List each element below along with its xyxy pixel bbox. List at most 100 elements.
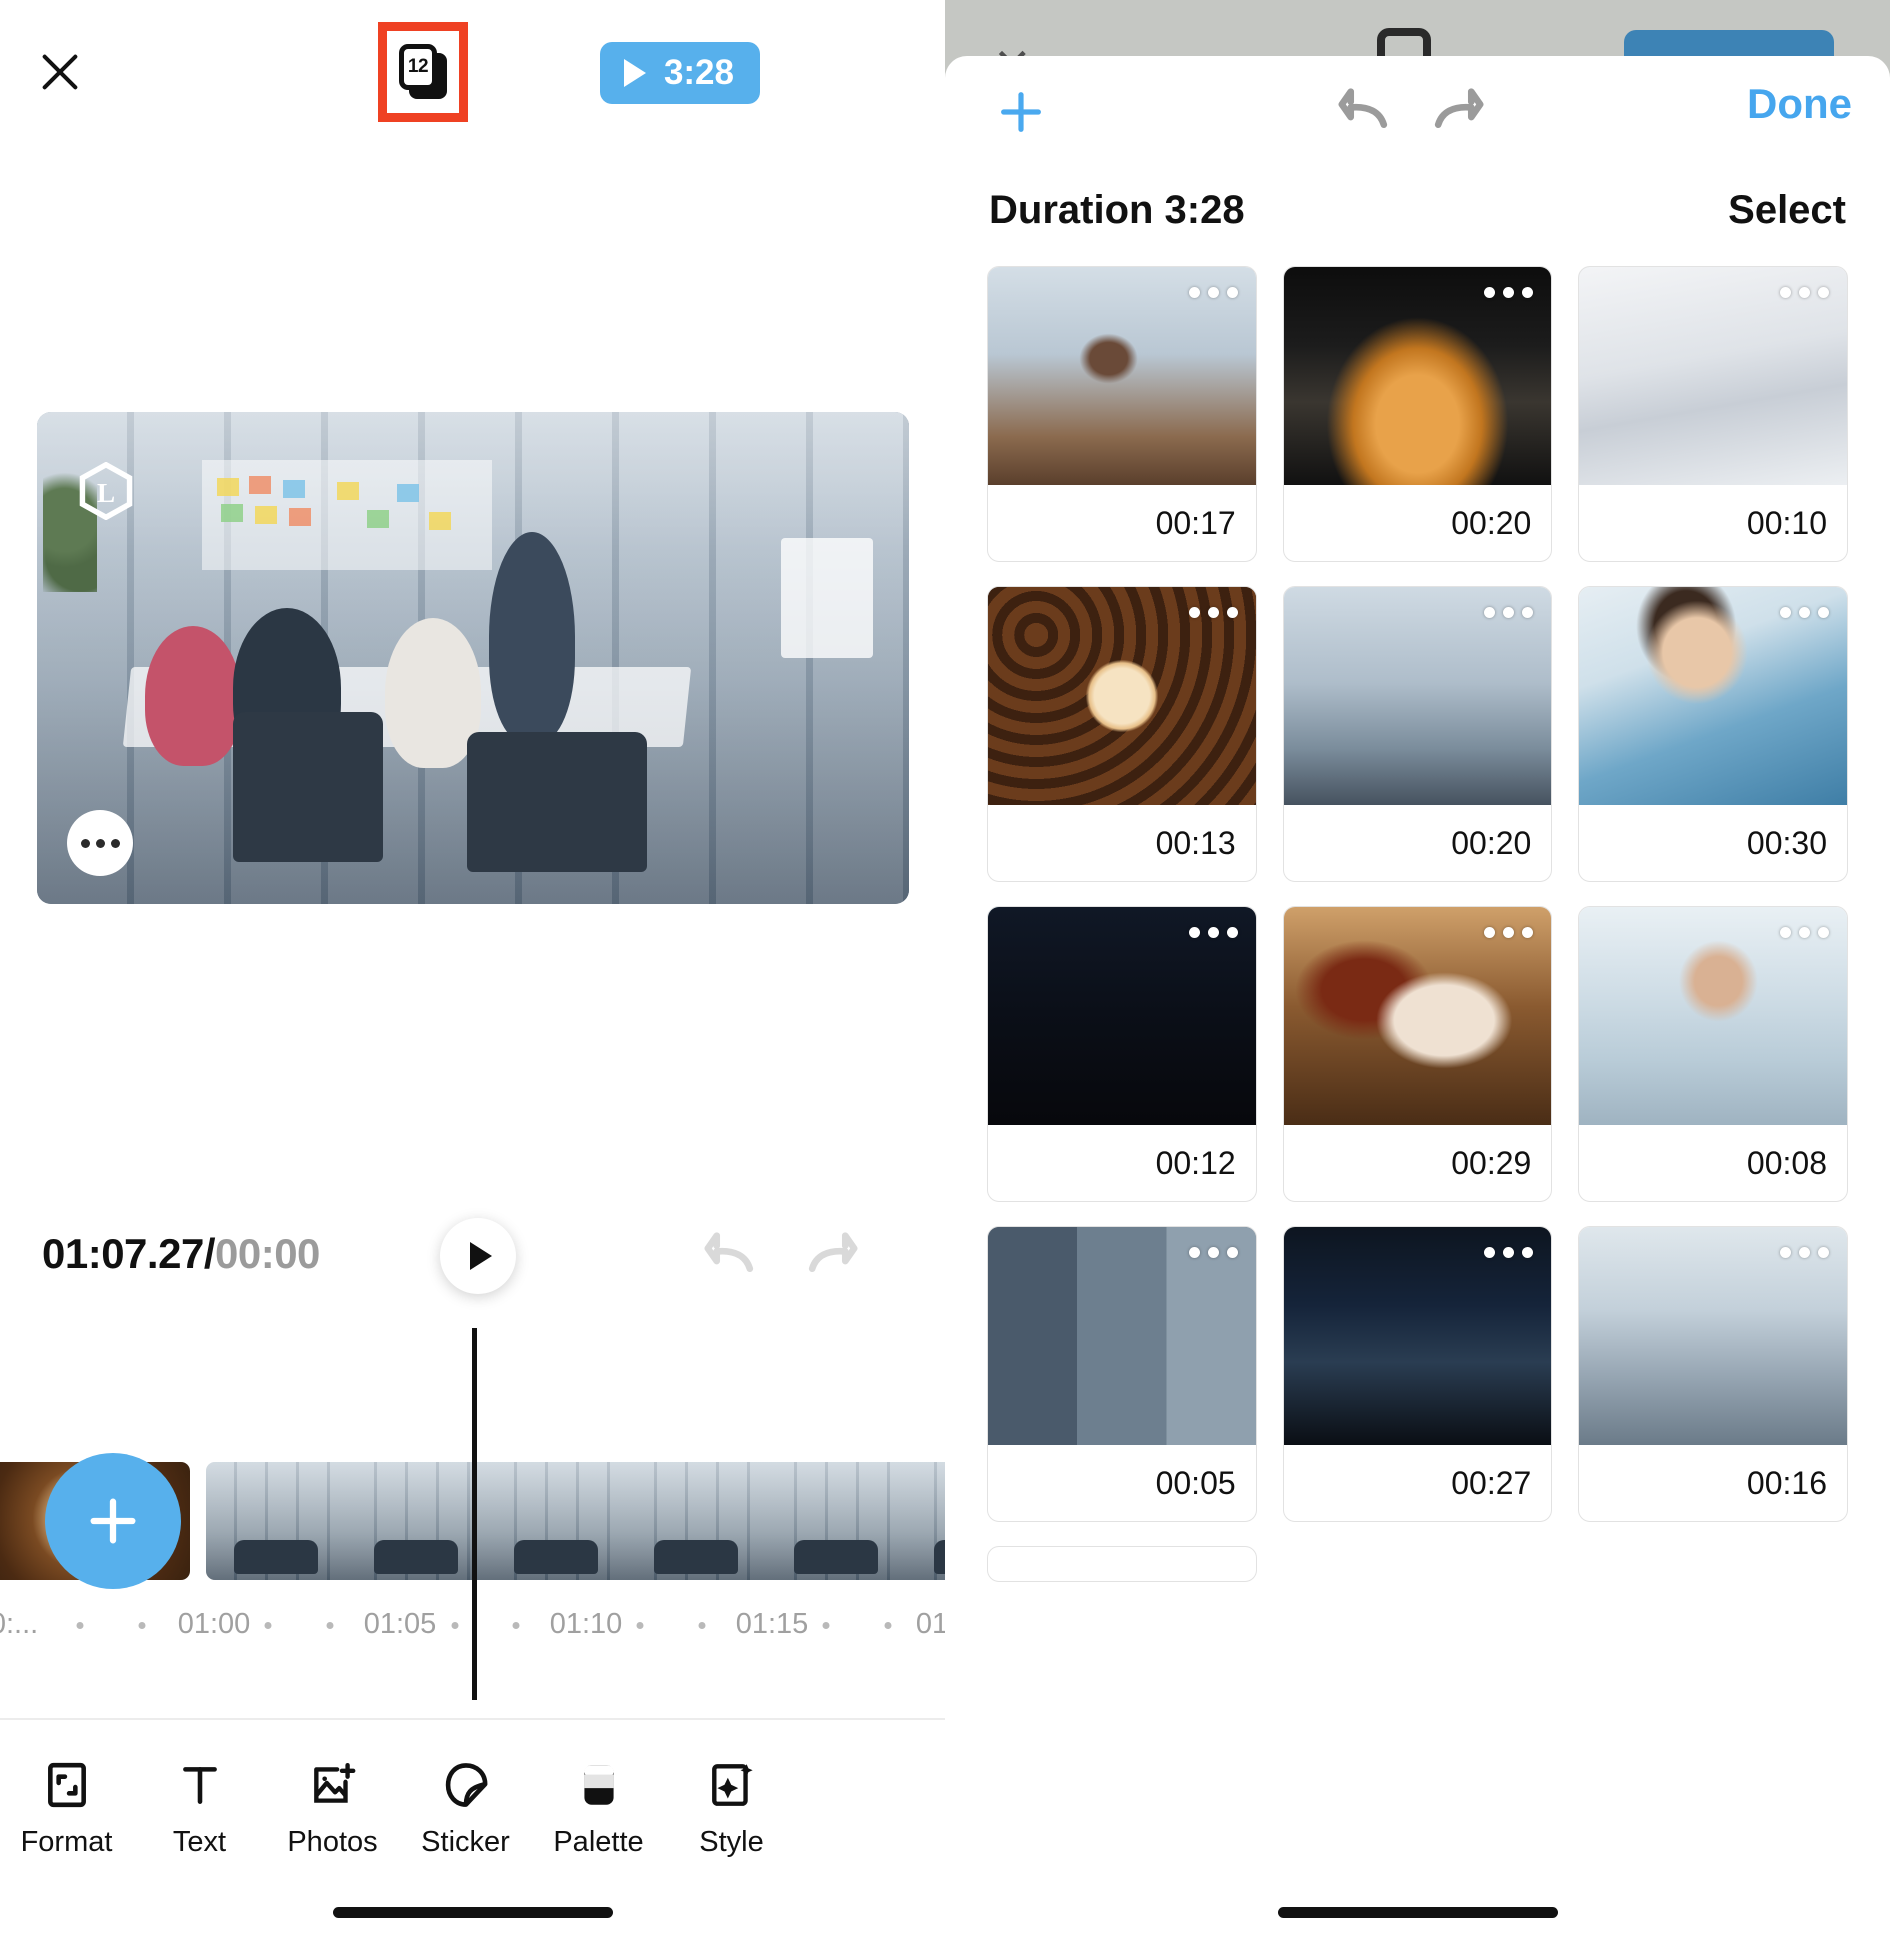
editor-topbar: 12 3:28 (0, 0, 945, 150)
more-horizontal-icon[interactable] (1779, 287, 1829, 298)
video-preview[interactable]: L (37, 412, 909, 904)
clips-stack-button[interactable]: 12 (378, 22, 468, 122)
sheet-redo-button[interactable] (1425, 84, 1487, 140)
clip-thumbnail (1283, 587, 1552, 805)
tool-format[interactable]: Format (0, 1748, 133, 1859)
clip-thumbnail-image (1283, 907, 1552, 1125)
total-time: 00:00 (214, 1230, 320, 1277)
preview-more-button[interactable] (67, 810, 133, 876)
clip-duration: 00:13 (1155, 824, 1236, 861)
clip-thumbnail (988, 587, 1256, 805)
ruler-label: 01:15 (735, 1608, 809, 1640)
clip-card[interactable]: 00:27 (1282, 1226, 1553, 1522)
clip-duration: 00:30 (1746, 824, 1827, 861)
clip-card[interactable]: 00:12 (987, 906, 1257, 1202)
tool-label: Text (172, 1826, 227, 1858)
clip-thumbnail-image (988, 267, 1256, 485)
sheet-add-button[interactable] (989, 80, 1053, 144)
more-horizontal-icon[interactable] (1779, 607, 1829, 618)
more-horizontal-icon[interactable] (1484, 1247, 1534, 1258)
preview-person (489, 532, 575, 742)
ruler-tick (326, 1622, 334, 1629)
format-frame-icon (40, 1758, 94, 1812)
current-time: 01:07.27 (42, 1230, 204, 1277)
toolbar-divider (0, 1718, 945, 1720)
timecode-separator: / (203, 1230, 216, 1277)
clip-footer: 00:10 (1579, 485, 1847, 561)
clip-duration: 00:20 (1451, 824, 1532, 861)
more-horizontal-icon[interactable] (1484, 927, 1534, 938)
clip-card[interactable]: 00:30 (1578, 586, 1848, 882)
text-t-icon (173, 1758, 227, 1812)
clip-duration: 00:29 (1451, 1144, 1532, 1181)
clip-thumbnail-image (988, 907, 1256, 1125)
clip-card[interactable]: 00:05 (987, 1226, 1257, 1522)
more-horizontal-icon[interactable] (1188, 607, 1238, 618)
clip-card[interactable]: 00:17 (987, 266, 1257, 562)
clip-thumbnail (1579, 1227, 1847, 1445)
clip-footer: 00:30 (1579, 805, 1847, 881)
clip-card[interactable]: 00:20 (1282, 586, 1553, 882)
redo-icon (1434, 88, 1484, 129)
clip-thumbnail (988, 907, 1256, 1125)
plus-icon (90, 1498, 136, 1544)
clip-duration: 00:08 (1746, 1144, 1827, 1181)
more-horizontal-icon[interactable] (1779, 927, 1829, 938)
clip-footer: 00:20 (1284, 805, 1552, 881)
ruler-label: 01:10 (549, 1608, 623, 1640)
tool-label: Style (699, 1826, 764, 1858)
clip-thumbnail (1283, 267, 1552, 485)
tool-photos[interactable]: Photos (266, 1748, 399, 1859)
play-button[interactable] (440, 1218, 516, 1294)
home-indicator (1277, 1907, 1558, 1918)
close-icon[interactable] (28, 40, 92, 104)
clip-thumbnail-image (1579, 907, 1847, 1125)
ruler-tick (512, 1622, 520, 1629)
clip-footer: 00:20 (1284, 485, 1552, 561)
clip-card[interactable] (987, 1546, 1257, 1582)
layers-stack-icon: 12 (397, 44, 449, 100)
tool-sticker[interactable]: Sticker (399, 1748, 532, 1859)
more-horizontal-icon[interactable] (1484, 607, 1534, 618)
tool-palette[interactable]: Palette (532, 1748, 665, 1859)
clip-thumbnail (1283, 1227, 1552, 1445)
redo-button[interactable] (798, 1228, 862, 1284)
more-horizontal-icon[interactable] (1779, 1247, 1829, 1258)
clip-card[interactable]: 00:29 (1282, 906, 1553, 1202)
tool-style[interactable]: Style (665, 1748, 798, 1859)
tool-text[interactable]: Text (133, 1748, 266, 1859)
clips-grid: 00:17 00:20 00:10 00:13 00:20 00:30 00:12 00:29… (945, 252, 1890, 1582)
preview-duration-button[interactable]: 3:28 (599, 42, 760, 104)
redo-icon (808, 1232, 858, 1273)
screen-root: 12 3:28 L 01:07.27/00:00:... 01:00 01:0… (0, 0, 1890, 1944)
done-button[interactable]: Done (1747, 80, 1852, 128)
ruler-tick (138, 1622, 146, 1629)
clip-card[interactable]: 00:13 (987, 586, 1257, 882)
sheet-meta-row: Duration 3:28 Select (945, 168, 1890, 252)
more-horizontal-icon[interactable] (1188, 927, 1238, 938)
preview-monitor (781, 538, 873, 658)
select-button[interactable]: Select (1728, 188, 1846, 233)
ruler-tick (884, 1622, 892, 1629)
more-horizontal-icon[interactable] (1188, 287, 1238, 298)
clip-card[interactable]: 00:10 (1578, 266, 1848, 562)
timeline-playhead[interactable] (472, 1328, 477, 1700)
preview-person (145, 626, 241, 766)
photo-add-icon (306, 1758, 360, 1812)
ruler-tick (76, 1622, 84, 1629)
clip-card[interactable]: 00:08 (1578, 906, 1848, 1202)
play-icon (623, 59, 646, 87)
clip-duration: 00:27 (1451, 1464, 1532, 1501)
add-media-button[interactable] (45, 1453, 181, 1589)
clip-thumbnail-image (988, 587, 1256, 805)
sheet-undo-button[interactable] (1335, 84, 1397, 140)
clip-thumbnail (1579, 907, 1847, 1125)
ruler-label: 01:00 (177, 1608, 251, 1640)
clip-card[interactable]: 00:20 (1282, 266, 1553, 562)
clip-thumbnail-image (1579, 1227, 1847, 1445)
more-horizontal-icon[interactable] (1484, 287, 1534, 298)
more-horizontal-icon[interactable] (1188, 1247, 1238, 1258)
undo-button[interactable] (700, 1228, 764, 1284)
timeline-clip[interactable] (206, 1462, 945, 1580)
clip-card[interactable]: 00:16 (1578, 1226, 1848, 1522)
